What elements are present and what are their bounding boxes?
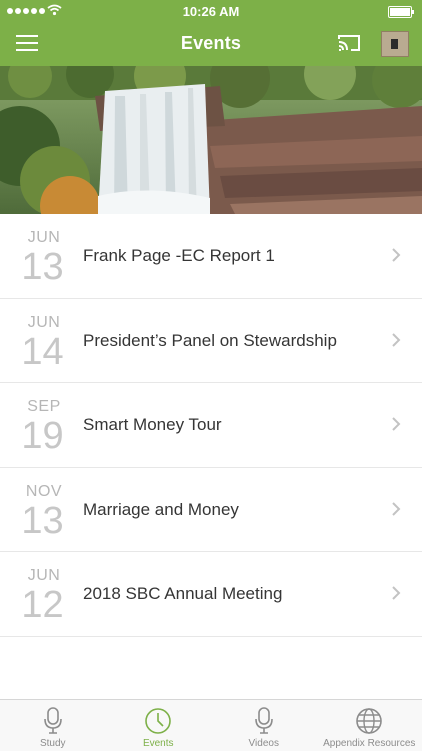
event-title: 2018 SBC Annual Meeting <box>83 584 282 604</box>
chevron-right-icon <box>390 417 402 431</box>
event-row[interactable]: JUN 12 2018 SBC Annual Meeting <box>0 552 422 637</box>
top-bar: 10:26 AM Events <box>0 0 422 66</box>
event-row[interactable]: NOV 13 Marriage and Money <box>0 468 422 553</box>
tab-events[interactable]: Events <box>106 700 212 751</box>
event-row[interactable]: JUN 14 President’s Panel on Stewardship <box>0 299 422 384</box>
globe-icon <box>355 707 383 735</box>
event-month: NOV <box>25 483 63 501</box>
event-month: JUN <box>25 567 63 585</box>
chevron-right-icon <box>390 333 402 347</box>
event-title: Frank Page -EC Report 1 <box>83 246 275 266</box>
event-day: 12 <box>20 586 65 624</box>
tab-study[interactable]: Study <box>0 700 106 751</box>
cast-icon[interactable] <box>336 33 362 53</box>
tab-label: Events <box>106 738 212 749</box>
avatar[interactable] <box>381 31 409 57</box>
event-title: Smart Money Tour <box>83 415 222 435</box>
event-row[interactable]: JUN 13 Frank Page -EC Report 1 <box>0 214 422 299</box>
event-day: 13 <box>20 502 65 540</box>
tab-label: Study <box>0 738 106 749</box>
chevron-right-icon <box>390 586 402 600</box>
event-title: President’s Panel on Stewardship <box>83 331 337 351</box>
chevron-right-icon <box>390 502 402 516</box>
tab-label: Appendix Resources <box>317 738 422 749</box>
event-day: 13 <box>20 248 65 286</box>
event-day: 14 <box>20 333 65 371</box>
tab-label: Videos <box>211 738 317 749</box>
tab-videos[interactable]: Videos <box>211 700 317 751</box>
event-day: 19 <box>20 417 65 455</box>
event-title: Marriage and Money <box>83 500 239 520</box>
chevron-right-icon <box>390 248 402 262</box>
event-month: JUN <box>25 229 63 247</box>
event-list: JUN 13 Frank Page -EC Report 1 JUN 14 Pr… <box>0 214 422 637</box>
microphone-icon <box>253 707 275 735</box>
battery-icon <box>388 6 412 18</box>
clock-icon <box>144 707 172 735</box>
banner-image <box>0 66 422 214</box>
status-bar: 10:26 AM <box>0 0 422 22</box>
tab-bar: Study Events Videos Appendix Resources <box>0 699 422 751</box>
event-month: SEP <box>25 398 63 416</box>
status-time: 10:26 AM <box>0 4 422 19</box>
event-row[interactable]: SEP 19 Smart Money Tour <box>0 383 422 468</box>
tab-appendix-resources[interactable]: Appendix Resources <box>317 700 422 751</box>
event-month: JUN <box>25 314 63 332</box>
microphone-icon <box>42 707 64 735</box>
